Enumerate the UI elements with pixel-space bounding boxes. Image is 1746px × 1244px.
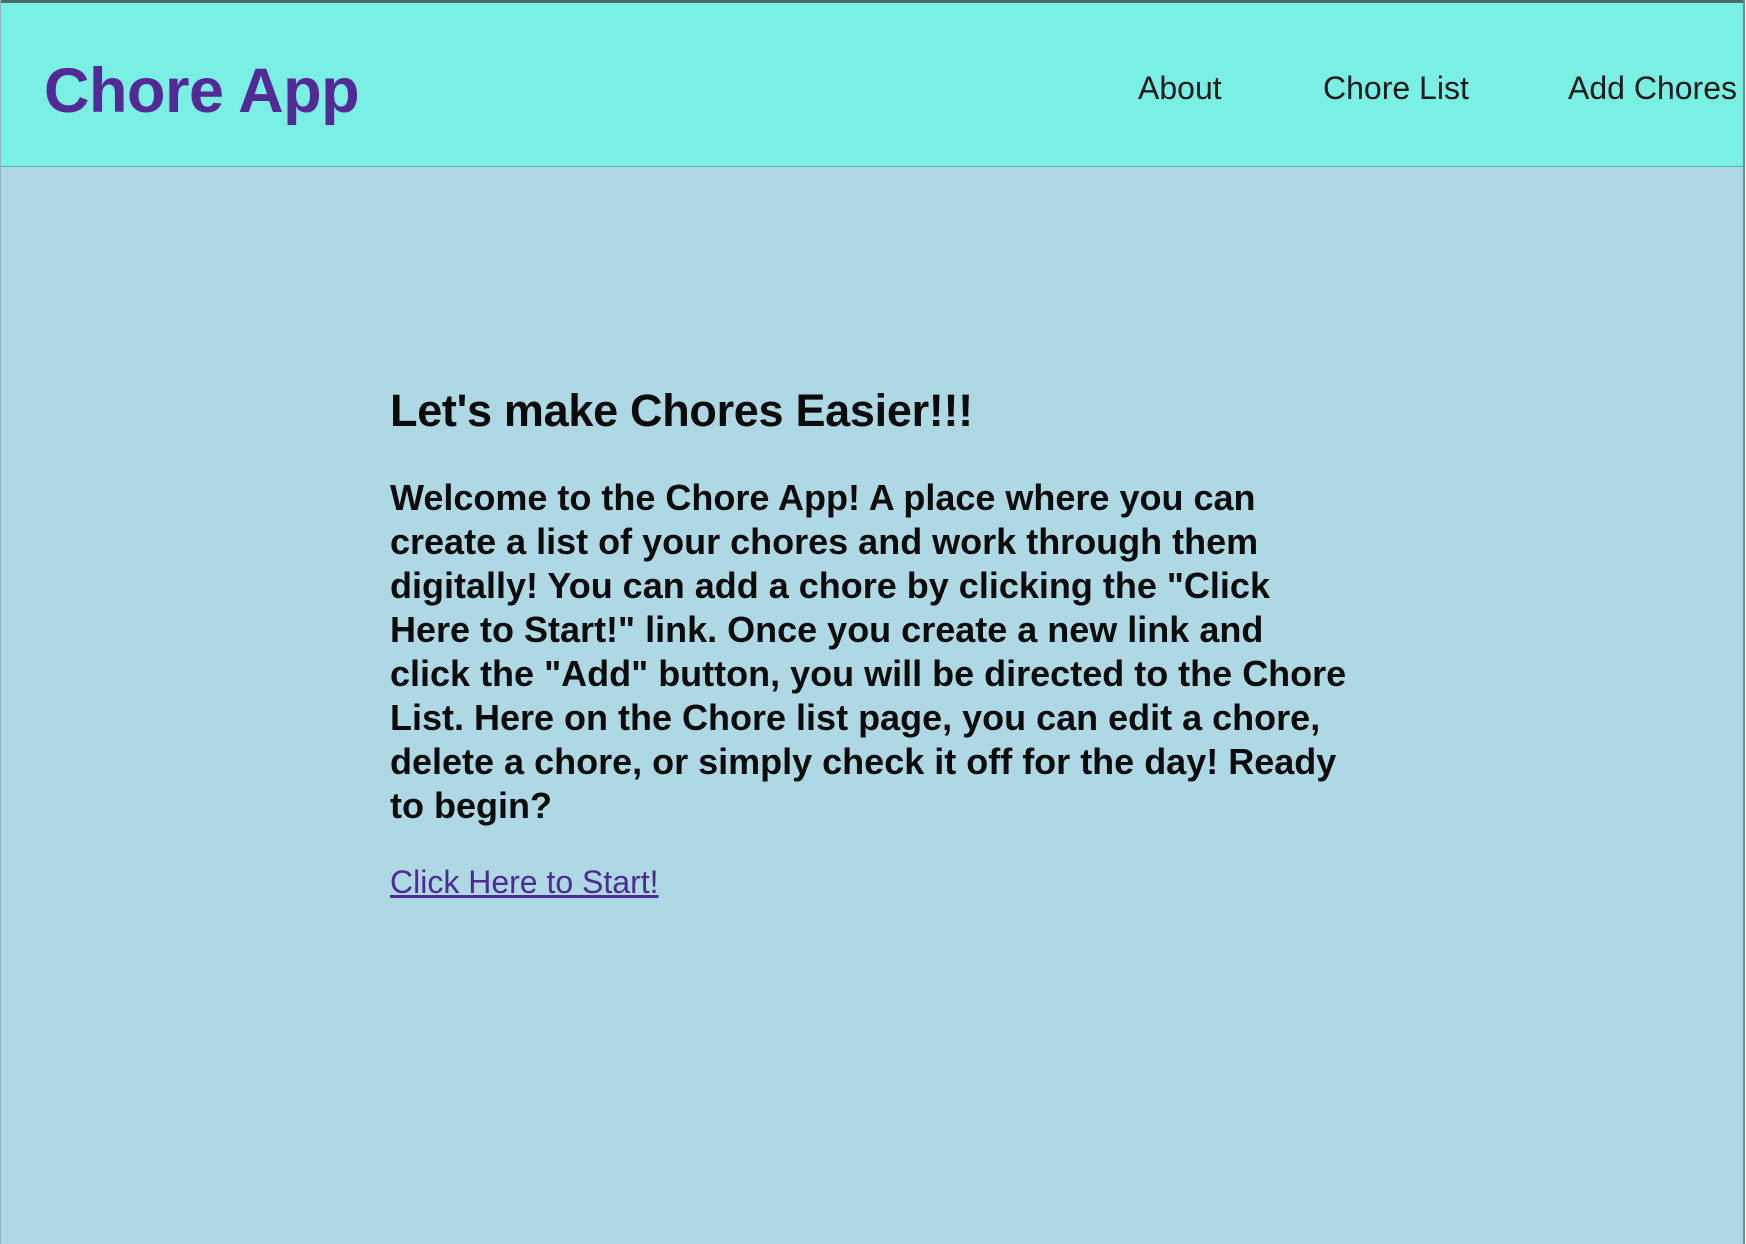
nav-about-link[interactable]: About [1138, 66, 1222, 110]
page-headline: Let's make Chores Easier!!! [390, 385, 973, 436]
nav-chore-list-link[interactable]: Chore List [1323, 66, 1469, 110]
page: Chore App About Chore List Add Chores Le… [0, 0, 1746, 1244]
nav-add-chores-link[interactable]: Add Chores [1568, 66, 1737, 110]
app-frame: Chore App About Chore List Add Chores Le… [0, 0, 1745, 1244]
main-content: Let's make Chores Easier!!! Welcome to t… [390, 380, 1350, 904]
brand-logo-link[interactable]: Chore App [44, 51, 360, 131]
intro-paragraph: Welcome to the Chore App! A place where … [390, 477, 1347, 826]
navbar: Chore App About Chore List Add Chores [1, 0, 1743, 167]
start-link[interactable]: Click Here to Start! [390, 860, 659, 904]
